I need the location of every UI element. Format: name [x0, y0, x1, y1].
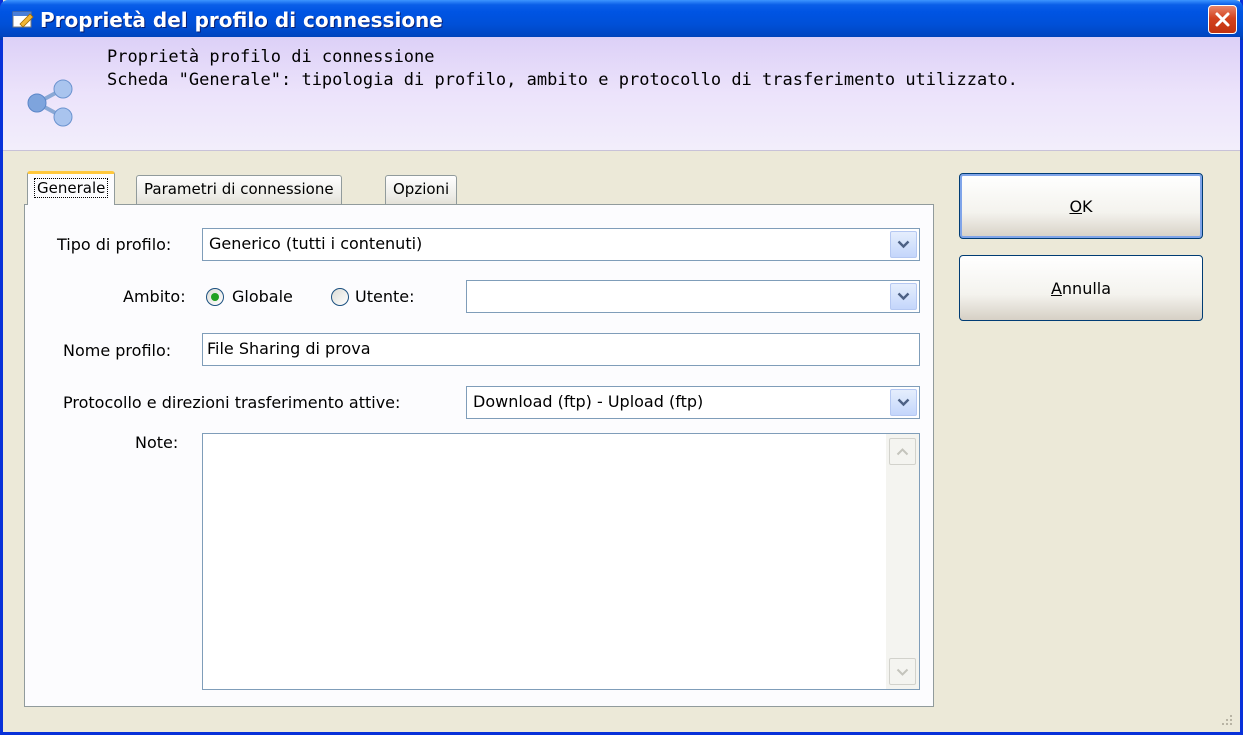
- close-button[interactable]: [1208, 5, 1237, 34]
- radio-globale-label[interactable]: Globale: [232, 287, 293, 306]
- tipo-profilo-label: Tipo di profilo:: [57, 235, 172, 254]
- radio-selected-dot: [211, 293, 219, 301]
- annulla-button[interactable]: Annulla: [959, 255, 1203, 321]
- header-description: Scheda "Generale": tipologia di profilo,…: [107, 70, 1018, 90]
- tab-opzioni-label: Opzioni: [393, 180, 450, 198]
- header-title: Proprietà profilo di connessione: [107, 47, 435, 67]
- scroll-up-icon: [896, 447, 909, 455]
- title-bar[interactable]: Proprietà del profilo di connessione: [0, 0, 1243, 40]
- nome-profilo-input[interactable]: [207, 339, 888, 358]
- utente-select[interactable]: [466, 280, 920, 313]
- chevron-down-icon: [897, 292, 910, 301]
- radio-utente-label[interactable]: Utente:: [355, 287, 414, 306]
- window-title: Proprietà del profilo di connessione: [40, 8, 443, 32]
- protocollo-value: Download (ftp) - Upload (ftp): [473, 392, 704, 411]
- edit-window-icon: [12, 11, 34, 28]
- chevron-down-icon: [897, 240, 910, 249]
- utente-dropdown-button[interactable]: [890, 283, 917, 310]
- protocollo-dropdown-button[interactable]: [890, 389, 917, 416]
- dialog-window: Proprietà del profilo di connessione Pro…: [0, 0, 1243, 735]
- tab-parametri-connessione[interactable]: Parametri di connessione: [136, 175, 342, 205]
- annulla-button-label: Annulla: [1050, 278, 1112, 298]
- ok-button-label: OK: [1069, 196, 1093, 216]
- close-icon: [1215, 12, 1230, 27]
- note-textarea[interactable]: [202, 433, 920, 693]
- scroll-up-button[interactable]: [889, 438, 916, 465]
- tab-parametri-label: Parametri di connessione: [144, 180, 334, 198]
- nome-profilo-label: Nome profilo:: [63, 341, 172, 360]
- note-scrollbar[interactable]: [886, 434, 919, 689]
- scroll-down-icon: [896, 668, 909, 676]
- radio-globale[interactable]: [206, 288, 224, 306]
- chevron-down-icon: [897, 398, 910, 407]
- radio-utente[interactable]: [331, 288, 349, 306]
- dialog-header: Proprietà profilo di connessione Scheda …: [3, 37, 1240, 151]
- note-label: Note:: [135, 433, 179, 452]
- nome-profilo-field[interactable]: [202, 333, 920, 366]
- tipo-profilo-dropdown-button[interactable]: [890, 231, 917, 258]
- share-icon: [27, 79, 73, 127]
- tipo-profilo-select[interactable]: Generico (tutti i contenuti): [202, 228, 920, 261]
- tab-generale-label: Generale: [33, 178, 109, 198]
- tab-generale[interactable]: Generale: [27, 171, 116, 205]
- resize-grip-icon[interactable]: [1218, 711, 1234, 727]
- note-input[interactable]: [203, 434, 887, 693]
- ambito-label: Ambito:: [123, 287, 186, 306]
- scroll-down-button[interactable]: [889, 658, 916, 685]
- tab-opzioni[interactable]: Opzioni: [385, 175, 458, 205]
- protocollo-select[interactable]: Download (ftp) - Upload (ftp): [466, 386, 920, 419]
- protocollo-label: Protocollo e direzioni trasferimento att…: [63, 393, 401, 412]
- tipo-profilo-value: Generico (tutti i contenuti): [209, 234, 423, 253]
- ok-button[interactable]: OK: [959, 173, 1203, 239]
